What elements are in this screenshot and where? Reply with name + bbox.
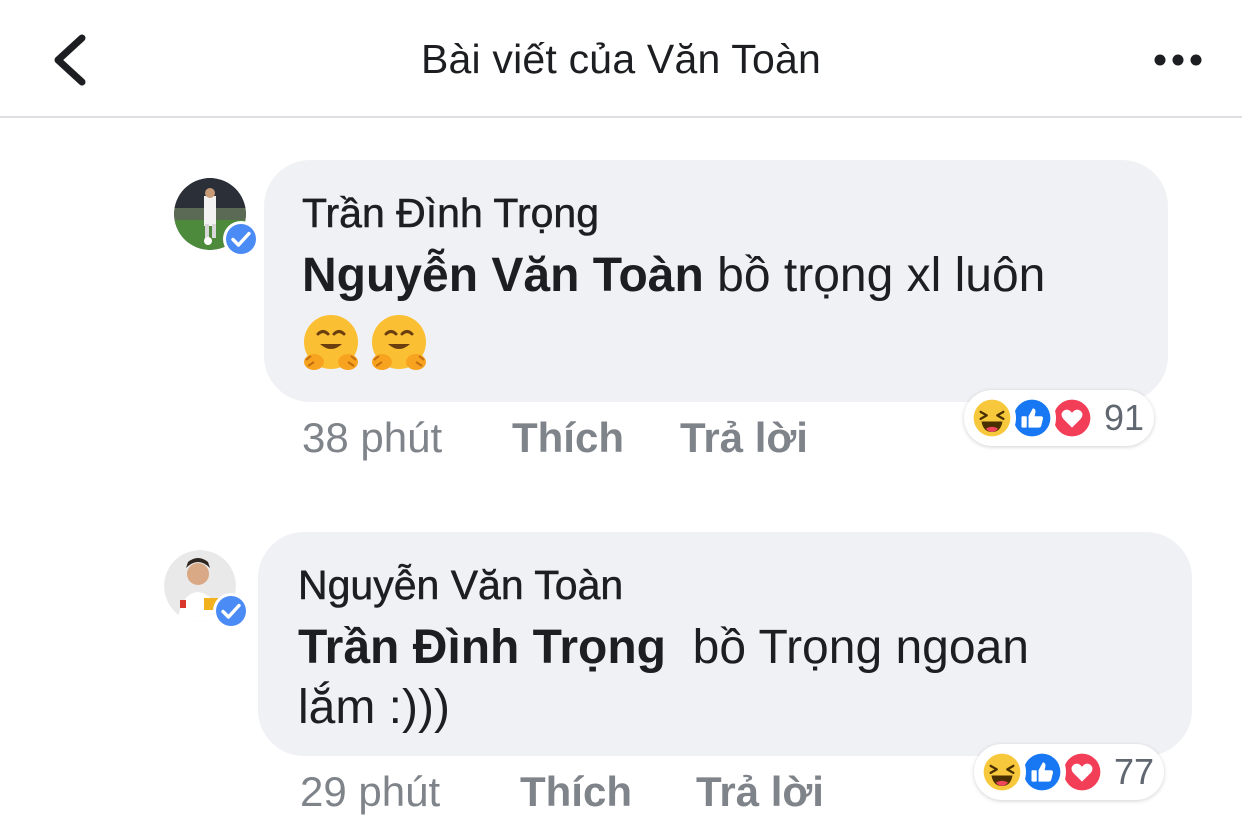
comment-bubble[interactable]: Trần Đình Trọng Nguyễn Văn Toàn bồ trọng… [264, 160, 1168, 402]
mention-link[interactable]: Nguyễn Văn Toàn [302, 249, 704, 302]
reactions-summary[interactable]: 91 [964, 390, 1155, 446]
haha-reaction-icon [968, 394, 1016, 442]
reaction-count: 77 [1114, 751, 1155, 792]
reply-button[interactable]: Trả lời [680, 414, 808, 462]
comment-time[interactable]: 38 phút [302, 414, 442, 462]
avatar[interactable] [164, 550, 249, 629]
avatar[interactable] [174, 178, 259, 257]
page-title: Bài viết của Văn Toàn [420, 36, 822, 82]
comment-text: Trần Đình Trọng bồ Trọng ngoan [298, 620, 1029, 675]
like-button[interactable]: Thích [512, 414, 624, 462]
hugging-face-icon [372, 315, 426, 370]
verified-badge-icon [223, 221, 259, 257]
comment-time[interactable]: 29 phút [300, 768, 440, 816]
emoji-row [300, 312, 430, 374]
more-dots-icon [1154, 54, 1202, 66]
reply-button[interactable]: Trả lời [696, 768, 824, 816]
mention-link[interactable]: Trần Đình Trọng [298, 621, 666, 674]
comment-bubble[interactable]: Nguyễn Văn Toàn Trần Đình Trọng bồ Trọng… [258, 532, 1192, 756]
comment-text-line: bồ Trọng ngoan [666, 621, 1029, 674]
haha-reaction-icon [978, 748, 1026, 796]
hugging-face-icon [304, 315, 358, 370]
verified-badge-icon [213, 593, 249, 629]
comment-text-line: bồ trọng xl luôn [703, 249, 1046, 302]
comment-author[interactable]: Trần Đình Trọng [302, 190, 600, 237]
reaction-count: 91 [1104, 397, 1145, 438]
comment-text-line-2: lắm :))) [298, 681, 450, 734]
like-button[interactable]: Thích [520, 768, 632, 816]
reactions-summary[interactable]: 77 [974, 744, 1165, 800]
comment-text: Nguyễn Văn Toàn bồ trọng xl luôn [302, 248, 1045, 303]
more-options-button[interactable] [1148, 40, 1208, 80]
comment-author[interactable]: Nguyễn Văn Toàn [298, 562, 624, 609]
top-navigation-bar: Bài viết của Văn Toàn [0, 0, 1242, 118]
